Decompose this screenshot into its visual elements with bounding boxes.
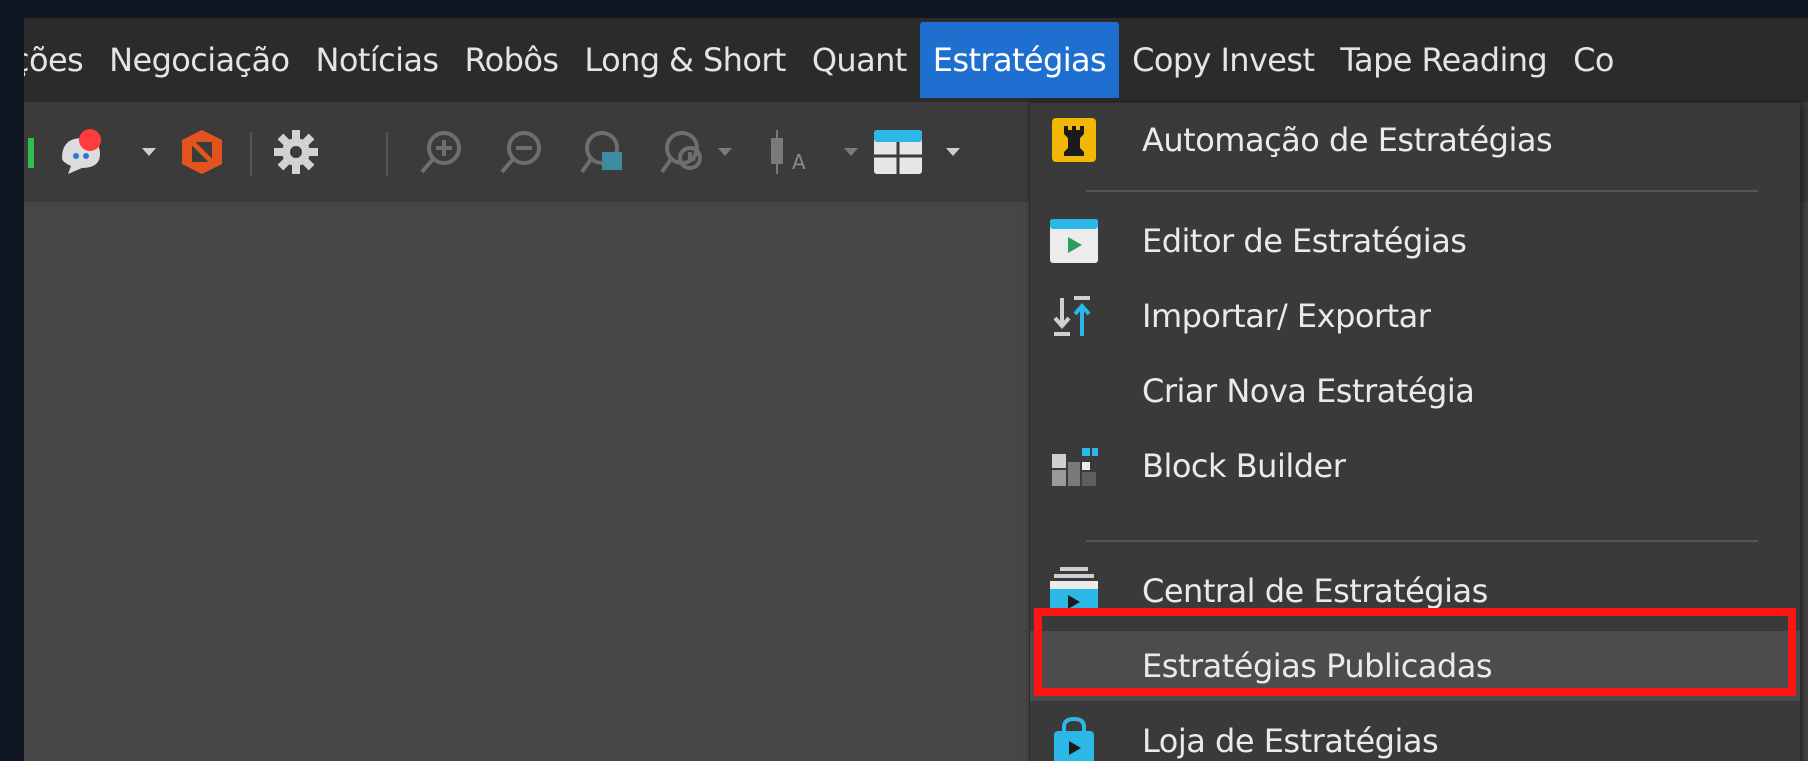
chess-rook-icon xyxy=(1048,114,1100,166)
menu-item-block-builder[interactable]: Block Builder xyxy=(1030,431,1800,501)
menu-item-negociacao[interactable]: Negociação xyxy=(96,22,302,98)
dropdown-separator xyxy=(1086,190,1758,192)
chat-dropdown-caret-icon[interactable] xyxy=(142,124,156,180)
menu-item-criar-nova-estrategia[interactable]: Criar Nova Estratégia xyxy=(1030,356,1800,426)
menu-item-editor-estrategias[interactable]: Editor de Estratégias xyxy=(1030,206,1800,276)
toolbar-separator xyxy=(250,132,252,176)
menu-item-estrategias-publicadas[interactable]: Estratégias Publicadas xyxy=(1030,631,1800,701)
zoom-history-icon[interactable] xyxy=(654,124,710,180)
menu-item-copy-invest[interactable]: Copy Invest xyxy=(1119,22,1327,98)
menu-item-quant[interactable]: Quant xyxy=(799,22,920,98)
menu-item-partial-left[interactable]: ções xyxy=(24,22,96,98)
dropdown-separator xyxy=(1086,540,1758,542)
stack-play-icon xyxy=(1048,565,1100,617)
menu-item-loja-estrategias[interactable]: Loja de Estratégias xyxy=(1030,706,1800,761)
import-export-icon xyxy=(1048,290,1100,342)
candle-a-icon[interactable]: A xyxy=(764,124,814,180)
dropdown-item-label: Criar Nova Estratégia xyxy=(1142,372,1475,410)
layout-grid-icon[interactable] xyxy=(870,124,926,180)
menu-item-robos[interactable]: Robôs xyxy=(451,22,571,98)
zoom-window-icon[interactable] xyxy=(574,124,630,180)
dropdown-item-label: Central de Estratégias xyxy=(1142,572,1488,610)
dropdown-item-label: Block Builder xyxy=(1142,447,1346,485)
layout-caret-icon[interactable] xyxy=(946,124,960,180)
menu-bar: ções Negociação Notícias Robôs Long & Sh… xyxy=(24,18,1808,102)
dropdown-item-label: Importar/ Exportar xyxy=(1142,297,1431,335)
menu-item-automacao-estrategias[interactable]: Automação de Estratégias xyxy=(1030,105,1800,175)
green-bar-icon[interactable] xyxy=(28,124,36,180)
gear-icon[interactable] xyxy=(268,124,324,180)
menu-item-noticias[interactable]: Notícias xyxy=(303,22,452,98)
chat-notification-icon[interactable] xyxy=(54,124,110,180)
dropdown-item-label: Automação de Estratégias xyxy=(1142,121,1553,159)
play-window-icon xyxy=(1048,215,1100,267)
candle-caret-icon[interactable] xyxy=(844,124,858,180)
toolbar-separator xyxy=(386,132,388,176)
zoom-history-caret-icon[interactable] xyxy=(718,124,732,180)
shopping-bag-icon xyxy=(1048,715,1100,761)
candle-letter: A xyxy=(792,150,806,174)
dropdown-item-label: Loja de Estratégias xyxy=(1142,722,1439,760)
dropdown-item-label: Estratégias Publicadas xyxy=(1142,647,1493,685)
menu-item-long-short[interactable]: Long & Short xyxy=(571,22,798,98)
estrategias-dropdown-menu: Automação de Estratégias Editor de Estra… xyxy=(1029,102,1801,761)
zoom-out-icon[interactable] xyxy=(494,124,550,180)
no-signal-icon[interactable] xyxy=(174,124,230,180)
menu-item-partial-right[interactable]: Co xyxy=(1560,22,1627,98)
blocks-icon xyxy=(1048,440,1100,492)
menu-item-central-estrategias[interactable]: Central de Estratégias xyxy=(1030,556,1800,626)
dropdown-item-label: Editor de Estratégias xyxy=(1142,222,1467,260)
menu-item-importar-exportar[interactable]: Importar/ Exportar xyxy=(1030,281,1800,351)
menu-item-estrategias[interactable]: Estratégias xyxy=(919,22,1120,98)
zoom-in-icon[interactable] xyxy=(414,124,470,180)
menu-item-tape-reading[interactable]: Tape Reading xyxy=(1327,22,1560,98)
app-window: ções Negociação Notícias Robôs Long & Sh… xyxy=(24,18,1808,761)
